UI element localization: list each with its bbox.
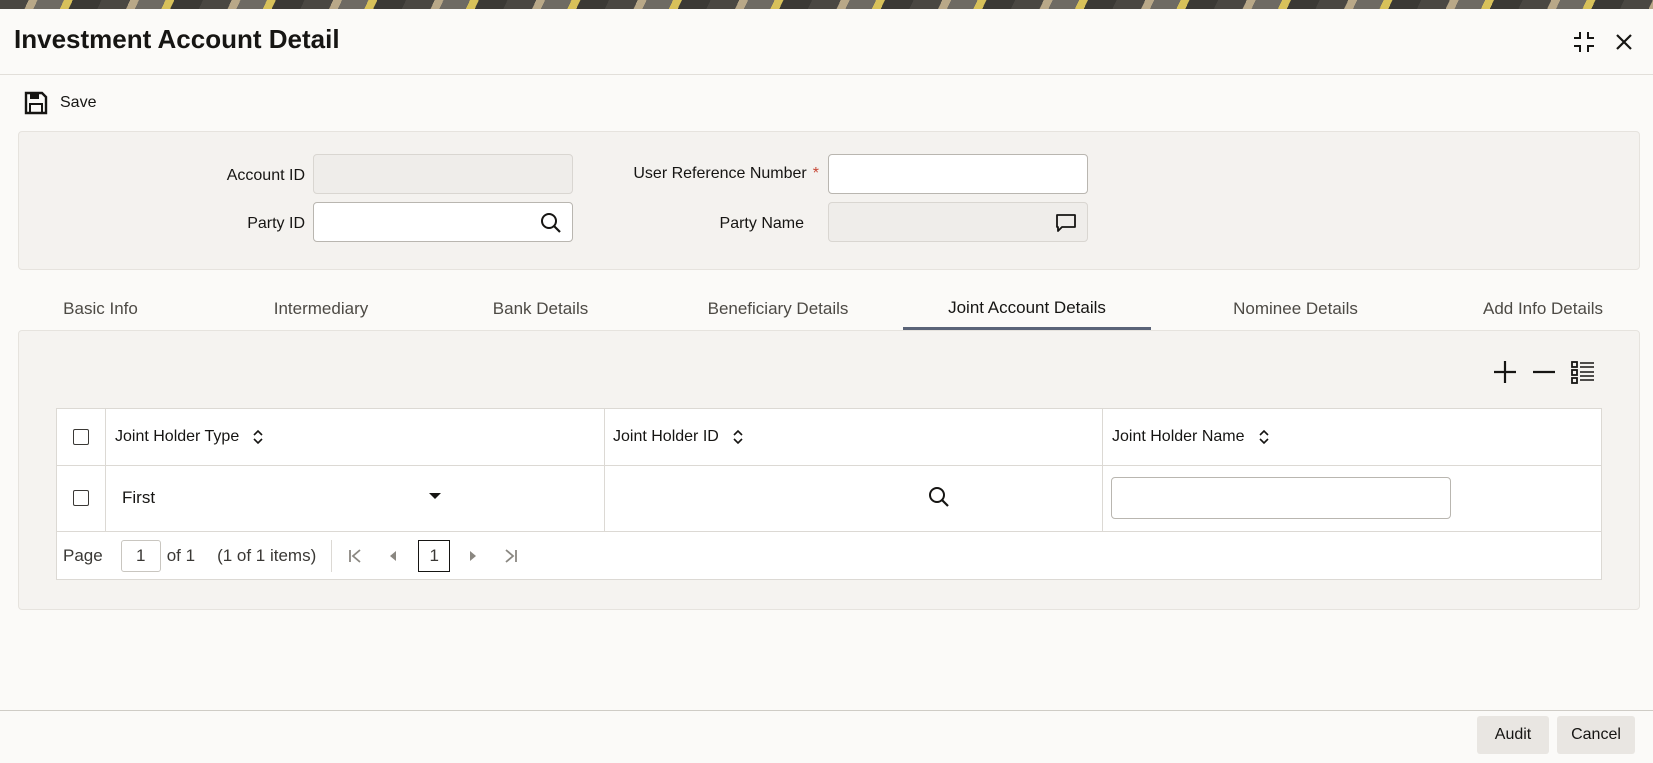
cancel-button[interactable]: Cancel xyxy=(1557,716,1635,754)
tab-bar: Basic Info Intermediary Bank Details Ben… xyxy=(18,288,1638,330)
party-id-input[interactable] xyxy=(314,203,572,241)
joint-holder-type-value: First xyxy=(122,488,156,507)
delete-row-icon[interactable] xyxy=(1530,358,1558,386)
row-checkbox[interactable] xyxy=(73,490,89,506)
footer-divider xyxy=(0,710,1653,711)
page-title: Investment Account Detail xyxy=(14,24,340,54)
column-title: Joint Holder Type xyxy=(115,428,240,445)
tab-bank-details[interactable]: Bank Details xyxy=(458,288,623,330)
tab-intermediary[interactable]: Intermediary xyxy=(231,288,411,330)
tab-basic-info[interactable]: Basic Info xyxy=(18,288,183,330)
column-header-joint-holder-id[interactable]: Joint Holder ID xyxy=(613,409,1053,465)
search-icon[interactable] xyxy=(928,486,950,508)
header-decoration xyxy=(0,0,1653,9)
joint-holder-name-field[interactable] xyxy=(1111,477,1451,519)
sort-icon[interactable] xyxy=(251,428,265,446)
party-name-label: Party Name xyxy=(719,215,804,232)
next-page-icon[interactable] xyxy=(464,547,482,565)
comment-icon[interactable] xyxy=(1055,212,1077,234)
party-id-field[interactable] xyxy=(313,202,573,242)
dropdown-caret-icon[interactable] xyxy=(428,491,442,501)
joint-holders-table: Joint Holder Type Joint Holder ID Joint … xyxy=(56,408,1602,580)
tab-add-info-details[interactable]: Add Info Details xyxy=(1448,288,1638,330)
save-button[interactable]: Save xyxy=(24,90,96,116)
row-checkbox-cell xyxy=(57,465,105,531)
search-icon[interactable] xyxy=(540,212,562,234)
party-id-label: Party ID xyxy=(247,215,305,232)
account-id-label: Account ID xyxy=(226,167,305,184)
account-id-field[interactable] xyxy=(313,154,573,194)
page-button-1[interactable]: 1 xyxy=(418,540,451,572)
header-checkbox-cell xyxy=(57,409,105,465)
header-divider xyxy=(0,74,1653,75)
page-count-label: of 1 xyxy=(166,546,196,565)
tab-beneficiary-details[interactable]: Beneficiary Details xyxy=(673,288,883,330)
select-all-checkbox[interactable] xyxy=(73,429,89,445)
previous-page-icon[interactable] xyxy=(384,547,402,565)
tab-joint-account-details[interactable]: Joint Account Details xyxy=(903,288,1151,330)
maximize-icon[interactable] xyxy=(1570,28,1598,56)
add-row-icon[interactable] xyxy=(1491,358,1519,386)
user-reference-number-label: User Reference Number * xyxy=(579,165,819,183)
save-label: Save xyxy=(60,94,97,111)
table-header-row: Joint Holder Type Joint Holder ID Joint … xyxy=(57,409,1601,466)
sort-icon[interactable] xyxy=(1257,428,1271,446)
pager-divider xyxy=(331,540,333,572)
page-label: Page xyxy=(63,546,103,565)
column-title: Joint Holder Name xyxy=(1112,428,1245,445)
joint-holder-type-select[interactable]: First xyxy=(106,465,604,531)
account-id-input[interactable] xyxy=(314,155,572,193)
header-form-panel: Account ID User Reference Number * Party … xyxy=(18,131,1640,270)
close-icon[interactable] xyxy=(1610,28,1638,56)
column-header-joint-holder-type[interactable]: Joint Holder Type xyxy=(115,409,555,465)
pagination-bar: Page 1 of 1 (1 of 1 items) 1 xyxy=(57,531,1601,581)
column-header-joint-holder-name[interactable]: Joint Holder Name xyxy=(1112,409,1552,465)
list-view-icon[interactable] xyxy=(1569,358,1597,386)
items-count-label: (1 of 1 items) xyxy=(217,546,317,565)
audit-button[interactable]: Audit xyxy=(1477,716,1549,754)
party-name-field[interactable] xyxy=(828,202,1088,242)
user-reference-number-field[interactable] xyxy=(828,154,1088,194)
party-name-input[interactable] xyxy=(829,203,1087,241)
joint-holder-name-input[interactable] xyxy=(1112,478,1450,518)
required-marker: * xyxy=(812,165,819,182)
column-title: Joint Holder ID xyxy=(613,428,719,445)
user-reference-number-text: User Reference Number xyxy=(633,165,807,182)
save-icon xyxy=(24,91,48,115)
user-reference-number-input[interactable] xyxy=(829,155,1087,193)
sort-icon[interactable] xyxy=(731,428,745,446)
first-page-icon[interactable] xyxy=(346,547,364,565)
joint-holder-id-cell[interactable] xyxy=(605,465,1102,531)
tab-nominee-details[interactable]: Nominee Details xyxy=(1198,288,1393,330)
joint-holder-name-cell xyxy=(1111,465,1451,531)
page-number-input[interactable]: 1 xyxy=(120,540,161,572)
last-page-icon[interactable] xyxy=(502,547,520,565)
table-row: First xyxy=(57,465,1601,532)
